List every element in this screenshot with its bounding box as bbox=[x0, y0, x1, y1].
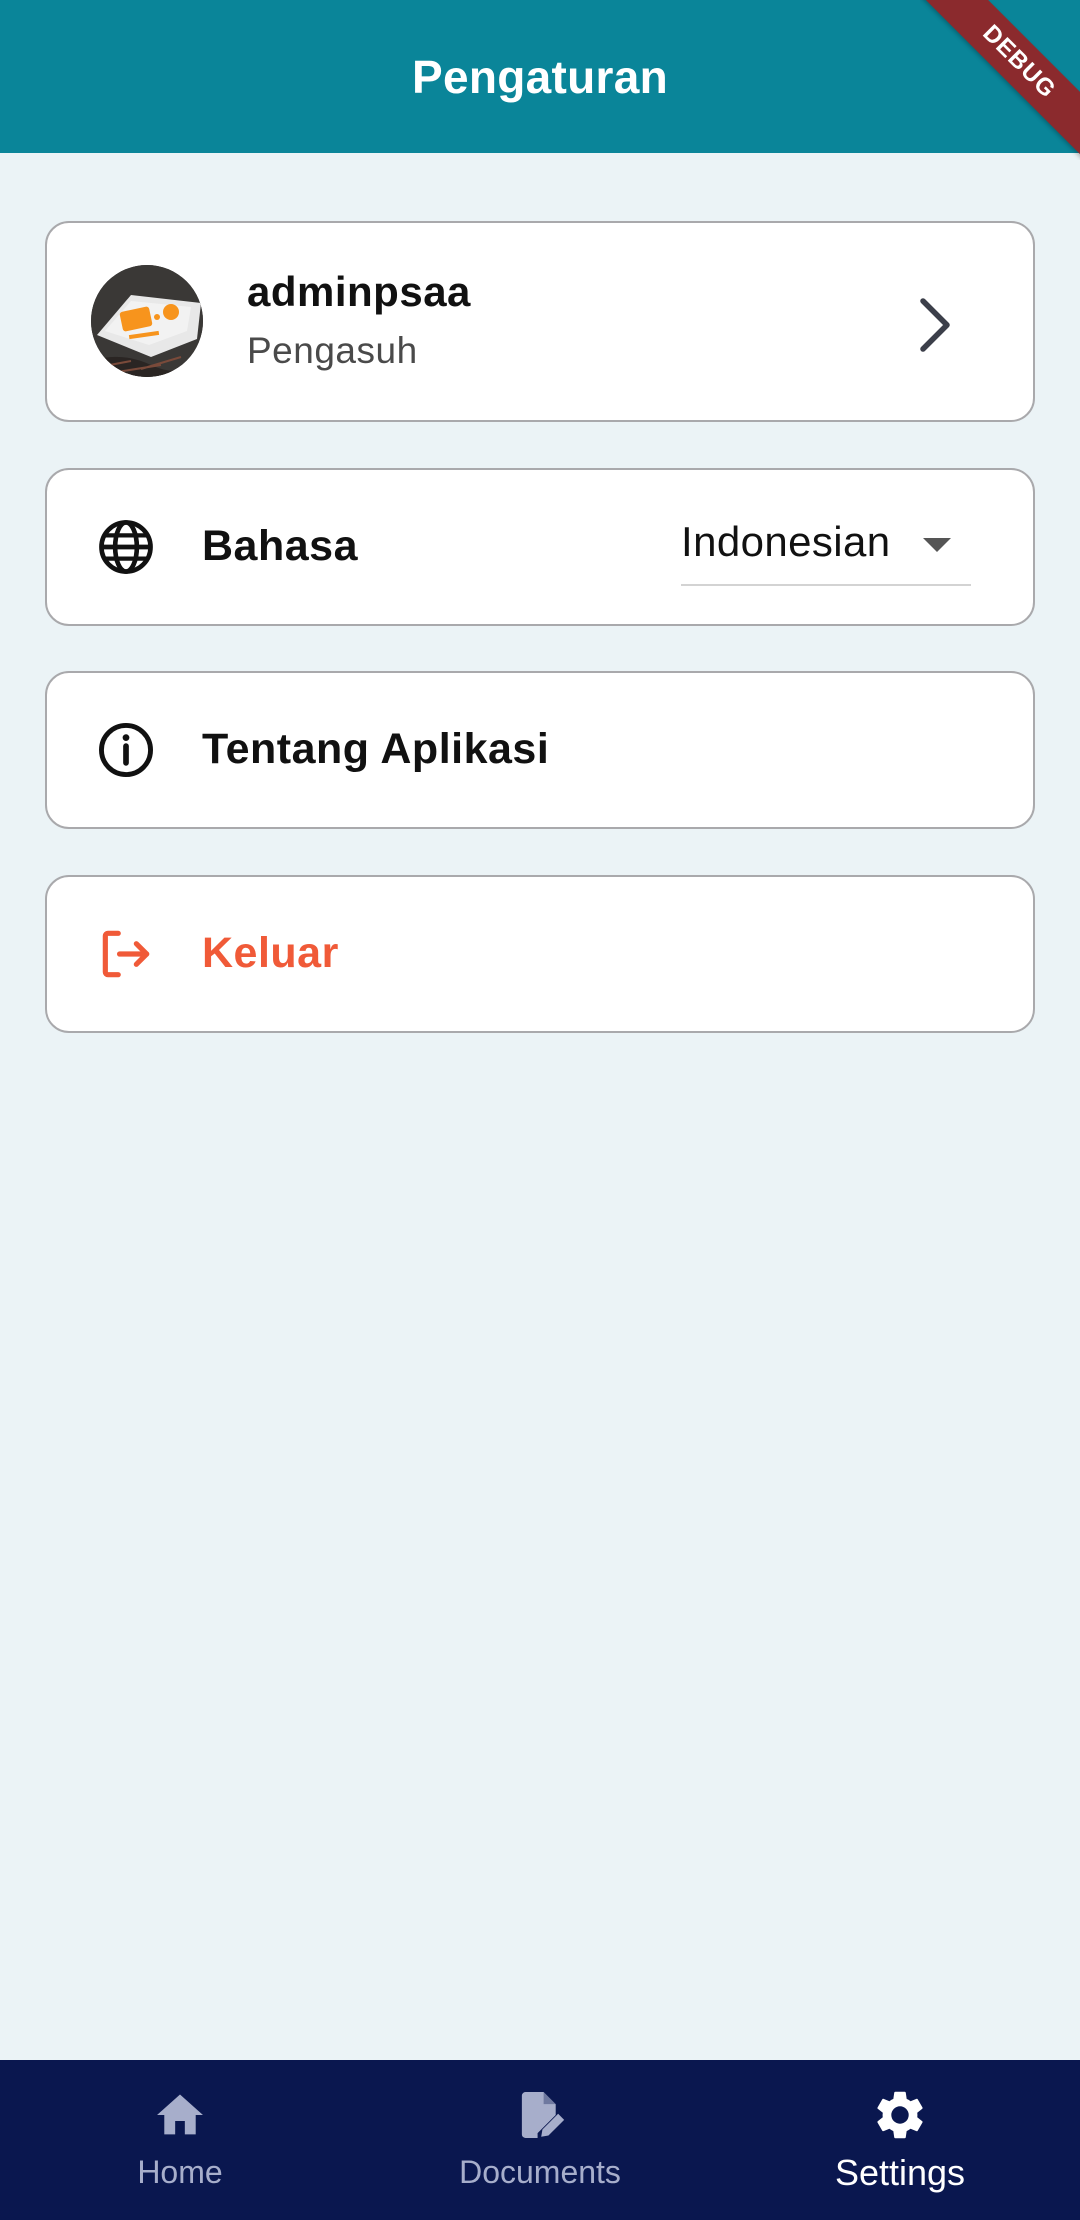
avatar-image bbox=[91, 265, 203, 377]
profile-info: adminpsaa Pengasuh bbox=[247, 267, 471, 374]
logout-icon bbox=[102, 930, 150, 978]
profile-card[interactable]: adminpsaa Pengasuh bbox=[45, 221, 1035, 422]
dropdown-caret-icon bbox=[923, 538, 951, 552]
settings-screen: Pengaturan DEBUG adminpsaa Pengasuh Baha… bbox=[0, 0, 1080, 2220]
nav-item-settings[interactable]: Settings bbox=[720, 2060, 1080, 2220]
nav-label-home: Home bbox=[137, 2154, 223, 2190]
profile-role: Pengasuh bbox=[247, 330, 418, 372]
info-icon bbox=[99, 723, 153, 777]
about-app-card[interactable]: Tentang Aplikasi bbox=[45, 671, 1035, 829]
language-label: Bahasa bbox=[202, 522, 358, 570]
document-edit-icon bbox=[521, 2092, 565, 2138]
language-dropdown[interactable]: Indonesian bbox=[681, 514, 971, 586]
nav-item-documents[interactable]: Documents bbox=[360, 2060, 720, 2220]
gear-icon bbox=[877, 2091, 923, 2139]
logout-card[interactable]: Keluar bbox=[45, 875, 1035, 1033]
language-selected-value: Indonesian bbox=[681, 518, 891, 565]
globe-icon bbox=[99, 520, 153, 574]
profile-name: adminpsaa bbox=[247, 268, 471, 315]
about-app-label: Tentang Aplikasi bbox=[202, 725, 550, 773]
nav-label-documents: Documents bbox=[459, 2154, 621, 2190]
language-card: Bahasa Indonesian bbox=[45, 468, 1035, 626]
logout-label: Keluar bbox=[202, 929, 339, 977]
home-icon bbox=[157, 2094, 203, 2135]
bottom-navigation: Home Documents Settings bbox=[0, 2060, 1080, 2220]
nav-item-home[interactable]: Home bbox=[0, 2060, 360, 2220]
avatar bbox=[91, 265, 203, 377]
app-bar: Pengaturan bbox=[0, 0, 1080, 153]
page-title: Pengaturan bbox=[411, 50, 669, 103]
chevron-right-icon bbox=[920, 298, 950, 352]
nav-label-settings: Settings bbox=[834, 2152, 966, 2193]
